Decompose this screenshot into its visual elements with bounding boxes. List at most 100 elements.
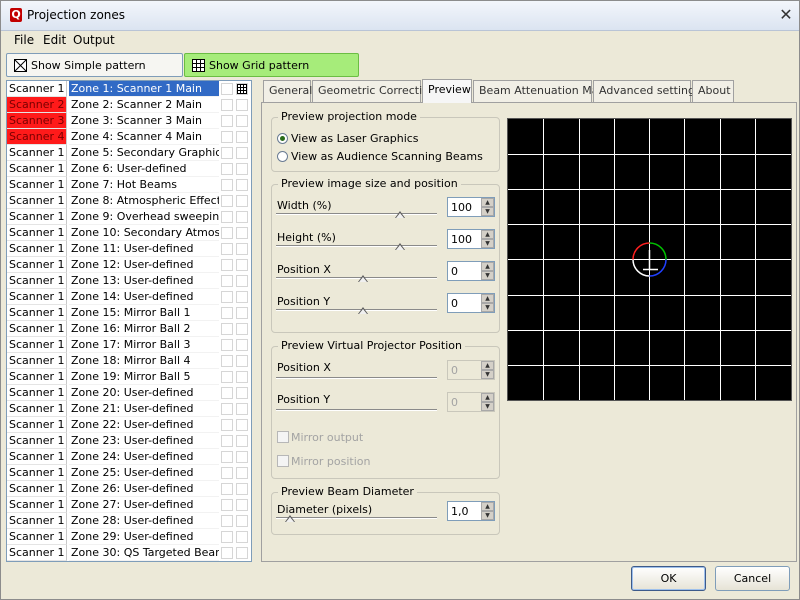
zone-scanner-cell[interactable]: Scanner 3 (7, 113, 67, 129)
tab-advanced-settings[interactable]: Advanced settings (593, 80, 701, 102)
zone-grid-pattern-toggle[interactable] (236, 483, 248, 495)
position-y-slider-thumb[interactable] (358, 307, 368, 315)
zone-row[interactable]: Scanner 1 Zone 15: Mirror Ball 1 (7, 305, 251, 321)
zone-simple-pattern-toggle[interactable] (221, 115, 233, 127)
zone-grid-pattern-toggle[interactable] (236, 467, 248, 479)
zone-scanner-cell[interactable]: Scanner 1 (7, 529, 67, 545)
zone-grid-pattern-toggle[interactable] (236, 451, 248, 463)
zone-row[interactable]: Scanner 1 Zone 8: Atmospheric Effects (7, 193, 251, 209)
zone-simple-pattern-toggle[interactable] (221, 323, 233, 335)
zone-name-cell[interactable]: Zone 27: User-defined (69, 497, 219, 513)
zone-row[interactable]: Scanner 1 Zone 16: Mirror Ball 2 (7, 321, 251, 337)
zone-simple-pattern-toggle[interactable] (221, 147, 233, 159)
zone-scanner-cell[interactable]: Scanner 1 (7, 433, 67, 449)
zone-scanner-cell[interactable]: Scanner 1 (7, 513, 67, 529)
zone-scanner-cell[interactable]: Scanner 1 (7, 481, 67, 497)
zone-name-cell[interactable]: Zone 22: User-defined (69, 417, 219, 433)
zone-simple-pattern-toggle[interactable] (221, 131, 233, 143)
zone-grid-pattern-toggle[interactable] (236, 371, 248, 383)
tab-beam-attenuation-map[interactable]: Beam Attenuation Map (473, 80, 605, 102)
zone-grid-pattern-toggle[interactable] (236, 387, 248, 399)
diameter-spinbox[interactable]: 1,0 ▲ ▼ (447, 501, 495, 521)
zone-row[interactable]: Scanner 1 Zone 22: User-defined (7, 417, 251, 433)
zone-grid-pattern-toggle[interactable] (236, 163, 248, 175)
zone-name-cell[interactable]: Zone 26: User-defined (69, 481, 219, 497)
zone-name-cell[interactable]: Zone 28: User-defined (69, 513, 219, 529)
zone-grid-pattern-toggle[interactable] (236, 243, 248, 255)
position-x-spinbox[interactable]: 0 ▲ ▼ (447, 261, 495, 281)
laser-graphics-radio[interactable] (277, 133, 288, 144)
zone-grid-pattern-toggle[interactable] (236, 259, 248, 271)
mirror-position-checkbox[interactable] (277, 455, 289, 467)
zone-simple-pattern-toggle[interactable] (221, 307, 233, 319)
zone-simple-pattern-toggle[interactable] (221, 355, 233, 367)
zone-row[interactable]: Scanner 1 Zone 20: User-defined (7, 385, 251, 401)
zone-row[interactable]: Scanner 1 Zone 27: User-defined (7, 497, 251, 513)
zone-grid-pattern-toggle[interactable] (236, 499, 248, 511)
zone-simple-pattern-toggle[interactable] (221, 403, 233, 415)
zone-grid-pattern-toggle[interactable] (236, 419, 248, 431)
zone-name-cell[interactable]: Zone 24: User-defined (69, 449, 219, 465)
position-x-slider-thumb[interactable] (358, 275, 368, 283)
zone-name-cell[interactable]: Zone 9: Overhead sweeping be (69, 209, 219, 225)
zone-name-cell[interactable]: Zone 18: Mirror Ball 4 (69, 353, 219, 369)
zone-row[interactable]: Scanner 1 Zone 6: User-defined (7, 161, 251, 177)
zone-simple-pattern-toggle[interactable] (221, 387, 233, 399)
zone-simple-pattern-toggle[interactable] (221, 531, 233, 543)
zone-row[interactable]: Scanner 1 Zone 26: User-defined (7, 481, 251, 497)
spin-up-icon[interactable]: ▲ (481, 502, 494, 511)
zone-scanner-cell[interactable]: Scanner 1 (7, 369, 67, 385)
spin-down-icon[interactable]: ▼ (481, 303, 494, 312)
zone-row[interactable]: Scanner 1 Zone 23: User-defined (7, 433, 251, 449)
position-y-spinbox[interactable]: 0 ▲ ▼ (447, 293, 495, 313)
spin-down-icon[interactable]: ▼ (481, 511, 494, 520)
zone-scanner-cell[interactable]: Scanner 1 (7, 417, 67, 433)
zone-row[interactable]: Scanner 1 Zone 14: User-defined (7, 289, 251, 305)
zone-name-cell[interactable]: Zone 11: User-defined (69, 241, 219, 257)
zone-row[interactable]: Scanner 1 Zone 5: Secondary Graphics (7, 145, 251, 161)
zone-simple-pattern-toggle[interactable] (221, 211, 233, 223)
zone-simple-pattern-toggle[interactable] (221, 435, 233, 447)
zone-name-cell[interactable]: Zone 21: User-defined (69, 401, 219, 417)
zone-grid-pattern-toggle[interactable] (236, 291, 248, 303)
zone-row[interactable]: Scanner 3 Zone 3: Scanner 3 Main (7, 113, 251, 129)
zone-name-cell[interactable]: Zone 6: User-defined (69, 161, 219, 177)
zone-scanner-cell[interactable]: Scanner 1 (7, 497, 67, 513)
zone-scanner-cell[interactable]: Scanner 1 (7, 257, 67, 273)
zone-scanner-cell[interactable]: Scanner 1 (7, 177, 67, 193)
zone-name-cell[interactable]: Zone 29: User-defined (69, 529, 219, 545)
menu-file[interactable]: File (14, 33, 34, 47)
zone-scanner-cell[interactable]: Scanner 1 (7, 161, 67, 177)
zone-simple-pattern-toggle[interactable] (221, 467, 233, 479)
zone-grid-pattern-toggle[interactable] (236, 179, 248, 191)
menu-edit[interactable]: Edit (43, 33, 66, 47)
diameter-slider-thumb[interactable] (285, 515, 295, 523)
spin-up-icon[interactable]: ▲ (481, 262, 494, 271)
show-simple-pattern-button[interactable]: Show Simple pattern (6, 53, 183, 77)
zone-name-cell[interactable]: Zone 16: Mirror Ball 2 (69, 321, 219, 337)
zone-simple-pattern-toggle[interactable] (221, 371, 233, 383)
zone-grid-pattern-toggle[interactable] (236, 403, 248, 415)
zone-grid-pattern-toggle[interactable] (236, 195, 248, 207)
zone-row[interactable]: Scanner 1 Zone 28: User-defined (7, 513, 251, 529)
zone-name-cell[interactable]: Zone 10: Secondary Atmosphe (69, 225, 219, 241)
zone-scanner-cell[interactable]: Scanner 1 (7, 81, 67, 97)
zone-grid-pattern-toggle[interactable] (236, 531, 248, 543)
zone-scanner-cell[interactable]: Scanner 1 (7, 145, 67, 161)
zone-simple-pattern-toggle[interactable] (221, 451, 233, 463)
preview-canvas[interactable] (507, 118, 792, 401)
zone-grid-pattern-toggle[interactable] (236, 307, 248, 319)
zone-grid-pattern-toggle[interactable] (236, 355, 248, 367)
zone-scanner-cell[interactable]: Scanner 1 (7, 305, 67, 321)
spin-up-icon[interactable]: ▲ (481, 294, 494, 303)
zone-row[interactable]: Scanner 1 Zone 30: QS Targeted Beams (7, 545, 251, 561)
zone-grid-pattern-toggle[interactable] (236, 435, 248, 447)
zone-row[interactable]: Scanner 1 Zone 13: User-defined (7, 273, 251, 289)
zone-row[interactable]: Scanner 1 Zone 11: User-defined (7, 241, 251, 257)
zone-scanner-cell[interactable]: Scanner 4 (7, 129, 67, 145)
zone-row[interactable]: Scanner 1 Zone 19: Mirror Ball 5 (7, 369, 251, 385)
zone-scanner-cell[interactable]: Scanner 1 (7, 289, 67, 305)
zone-scanner-cell[interactable]: Scanner 1 (7, 353, 67, 369)
zone-simple-pattern-toggle[interactable] (221, 99, 233, 111)
zone-name-cell[interactable]: Zone 5: Secondary Graphics (69, 145, 219, 161)
